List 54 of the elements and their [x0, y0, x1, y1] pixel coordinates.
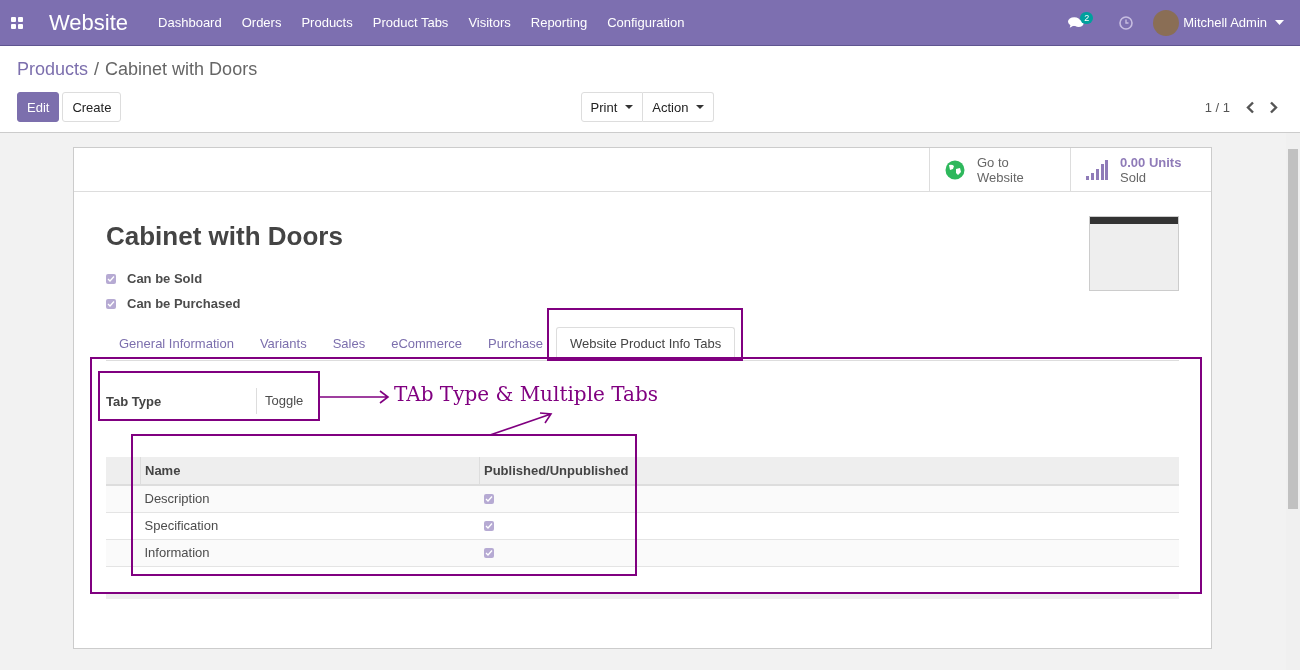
- caret-icon: [696, 105, 705, 109]
- menu-item[interactable]: Visitors: [458, 15, 521, 30]
- next-icon[interactable]: [1269, 100, 1278, 114]
- smart-button-label: Sold: [1120, 169, 1148, 185]
- menu-item[interactable]: Dashboard: [148, 15, 232, 30]
- pager-counter: 1 / 1: [1204, 99, 1230, 115]
- chat-bubbles-icon[interactable]: [1068, 16, 1085, 29]
- product-title: Cabinet with Doors: [106, 221, 343, 252]
- menu-item[interactable]: Products: [291, 15, 363, 30]
- previous-icon[interactable]: [1246, 100, 1255, 114]
- menu-item[interactable]: Reporting: [520, 15, 598, 30]
- message-count-badge: 2: [1080, 11, 1094, 24]
- globe-icon: [945, 159, 965, 180]
- tab[interactable]: Sales: [319, 328, 379, 360]
- smart-button[interactable]: 0.00 Units Sold: [1070, 148, 1211, 191]
- breadcrumb-link[interactable]: Products: [17, 59, 89, 79]
- apps-grid-icon[interactable]: [11, 16, 23, 29]
- tab[interactable]: Purchase: [474, 328, 556, 360]
- tab[interactable]: General Information: [106, 328, 247, 360]
- breadcrumb-current: Cabinet with Doors: [105, 59, 258, 79]
- table-cell: Description: [140, 485, 480, 512]
- breadcrumb-separator: /: [94, 59, 100, 79]
- field-label: Tab Type: [106, 393, 163, 409]
- print-dropdown[interactable]: Print: [580, 92, 644, 122]
- smart-button-label: Website: [977, 169, 1024, 185]
- table-cell: Information: [140, 539, 480, 566]
- user-menu[interactable]: Mitchell Admin: [1183, 15, 1267, 30]
- tab[interactable]: eCommerce: [378, 328, 475, 360]
- menu-item[interactable]: Product Tabs: [362, 15, 459, 30]
- arrow-icon: [320, 390, 390, 404]
- edit-button[interactable]: Edit: [17, 92, 60, 122]
- arrow-icon: [489, 412, 553, 436]
- caret-icon: [625, 105, 634, 109]
- tab[interactable]: Variants: [246, 328, 320, 360]
- table-cell: Specification: [140, 512, 480, 539]
- smart-button-label: Go to: [977, 154, 1010, 170]
- smart-button[interactable]: Go to Website: [929, 148, 1070, 191]
- menu-item[interactable]: Orders: [231, 15, 292, 30]
- menu-item[interactable]: Configuration: [597, 15, 695, 30]
- field-value: Toggle: [256, 388, 304, 414]
- action-dropdown[interactable]: Action: [643, 92, 715, 122]
- app-name: Website: [49, 9, 129, 36]
- checkbox[interactable]: [106, 273, 116, 284]
- signal-bars-icon: [1086, 159, 1108, 180]
- column-header[interactable]: Published/Unpublished: [479, 457, 1179, 485]
- clock-icon[interactable]: [1119, 15, 1134, 30]
- smart-button-label: 0.00 Units: [1120, 154, 1182, 170]
- checkbox-label: Can be Sold: [127, 271, 203, 286]
- create-button[interactable]: Create: [62, 92, 122, 122]
- column-header[interactable]: Name: [140, 457, 480, 485]
- annotation-text: TAb Type & Multiple Tabs: [394, 382, 658, 406]
- checkbox-label: Can be Purchased: [127, 296, 241, 311]
- caret-icon[interactable]: [1275, 20, 1284, 25]
- checkbox[interactable]: [106, 298, 116, 309]
